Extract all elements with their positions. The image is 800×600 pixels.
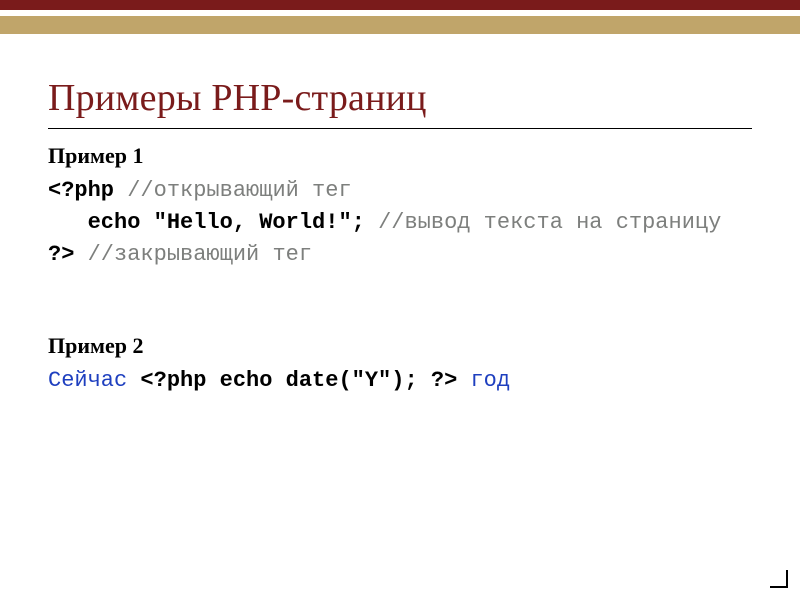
code-comment: //вывод текста на страницу <box>378 210 721 235</box>
code-line-3: ?> //закрывающий тег <box>48 239 752 271</box>
code-line-4: Сейчас <?php echo date("Y"); ?> год <box>48 365 752 397</box>
stripe-light <box>0 16 800 34</box>
code-keyword: echo "Hello, World!"; <box>48 210 378 235</box>
code-comment: //закрывающий тег <box>88 242 312 267</box>
code-comment: //открывающий тег <box>127 178 351 203</box>
code-keyword: ?> <box>48 242 88 267</box>
stripe-dark <box>0 0 800 10</box>
code-line-1: <?php //открывающий тег <box>48 175 752 207</box>
code-text: Сейчас <box>48 368 140 393</box>
example-2: Пример 2 Сейчас <?php echo date("Y"); ?>… <box>48 333 752 397</box>
example-2-heading: Пример 2 <box>48 333 752 359</box>
example-1-heading: Пример 1 <box>48 143 752 169</box>
slide-content: Примеры PHP-страниц Пример 1 <?php //отк… <box>0 34 800 397</box>
code-keyword: <?php echo date("Y"); ?> <box>140 368 457 393</box>
top-decoration <box>0 0 800 34</box>
corner-mark-icon <box>770 570 788 588</box>
code-keyword: <?php <box>48 178 127 203</box>
example-1: Пример 1 <?php //открывающий тег echo "H… <box>48 143 752 271</box>
code-line-2: echo "Hello, World!"; //вывод текста на … <box>48 207 752 239</box>
code-text: год <box>457 368 510 393</box>
slide-title: Примеры PHP-страниц <box>48 76 752 129</box>
